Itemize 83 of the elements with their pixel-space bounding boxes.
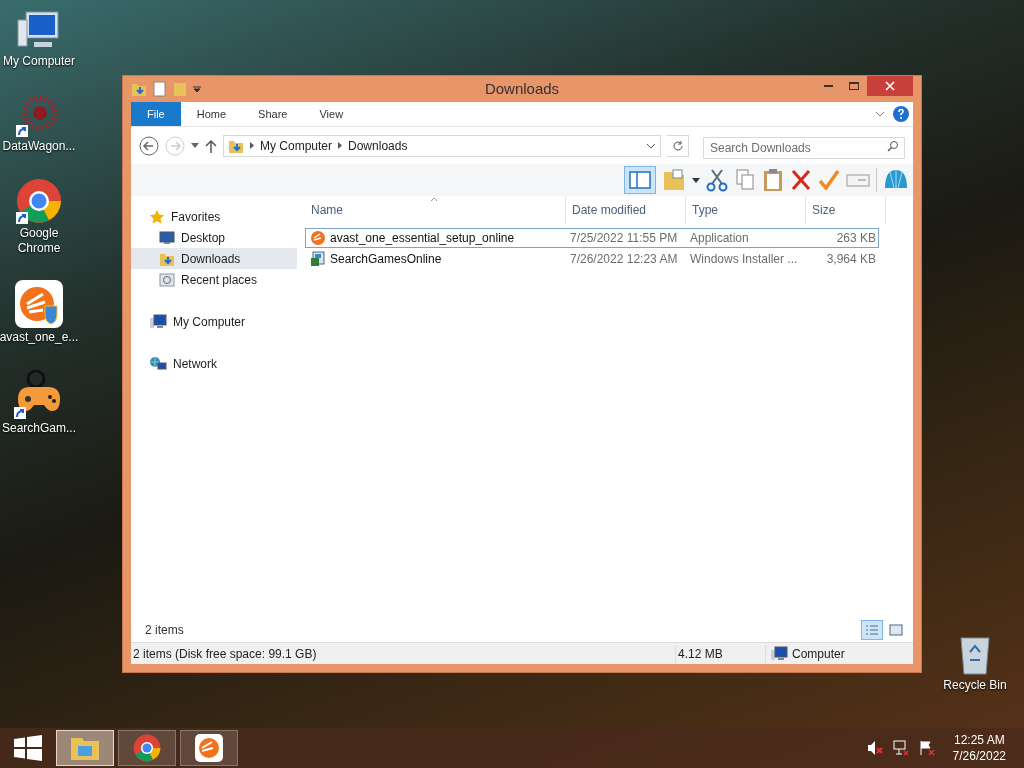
nav-item[interactable]: Downloads (131, 248, 297, 269)
window-title: Downloads (484, 78, 560, 99)
chrome-icon (133, 734, 161, 762)
address-bar[interactable]: My Computer Downloads (223, 134, 661, 157)
ribbon-tab[interactable]: File (131, 102, 181, 126)
folder-icon (131, 81, 147, 97)
expand-ribbon-icon[interactable] (875, 111, 885, 117)
desktop-icon (159, 230, 175, 245)
caret-icon[interactable] (692, 177, 700, 183)
avast-icon (15, 280, 63, 328)
refresh-button[interactable] (667, 134, 689, 157)
close-icon (885, 81, 895, 91)
desktop-icon-label[interactable]: Google Chrome (0, 226, 78, 256)
ribbon-tab[interactable]: View (303, 102, 360, 126)
chrome-icon (16, 178, 62, 224)
recent-places-icon (159, 271, 175, 288)
nav-item[interactable]: Desktop (131, 227, 297, 248)
chevron-icon (338, 142, 343, 149)
folder-icon (70, 735, 100, 761)
desktop-icon-label[interactable]: avast_one_e... (0, 330, 79, 345)
search-field[interactable]: Search Downloads (703, 136, 905, 159)
desktop-icon-label[interactable]: My Computer (3, 54, 75, 69)
status-location: Computer (792, 645, 845, 663)
checkmark-icon[interactable] (818, 168, 840, 192)
shortcut-arrow-icon (16, 125, 28, 137)
preview-pane-button[interactable] (624, 166, 656, 194)
ribbon-tab[interactable]: Home (180, 102, 243, 126)
back-icon[interactable] (139, 135, 159, 156)
tiles-icon (889, 624, 903, 636)
flag-icon[interactable] (918, 740, 935, 756)
file-type: Application (689, 230, 750, 247)
shortcut-arrow-icon (14, 407, 26, 419)
avast-icon (195, 734, 223, 762)
nav-item[interactable]: Recent places (131, 269, 297, 290)
column-header[interactable]: Date modified (566, 196, 686, 224)
item-count: 2 items (145, 622, 184, 639)
breadcrumb[interactable]: My Computer (260, 136, 333, 155)
refresh-icon (671, 139, 684, 152)
ribbon-tab[interactable]: Share (242, 102, 304, 126)
file-size: 263 KB (835, 230, 877, 247)
avast-icon (310, 230, 326, 246)
file-name: SearchGamesOnline (330, 251, 442, 268)
column-header[interactable]: Name (305, 196, 566, 224)
file-date: 7/25/2022 11:55 PM (569, 230, 679, 247)
file-row[interactable]: avast_one_essential_setup_online 7/25/2022 11:55 PM Application 263 KB (305, 228, 879, 248)
desktop-icon-label[interactable]: DataWagon... (2, 139, 76, 154)
shortcut-arrow-icon (16, 212, 28, 224)
file-date: 7/26/2022 12:23 AM (569, 251, 679, 268)
cut-icon[interactable] (706, 168, 728, 192)
breadcrumb[interactable]: Downloads (348, 136, 408, 155)
up-arrow-icon[interactable] (205, 138, 217, 153)
file-type: Windows Installer ... (689, 251, 799, 268)
help-icon[interactable] (893, 106, 909, 122)
installer-icon (310, 251, 326, 267)
start-icon[interactable] (14, 735, 42, 761)
nav-item[interactable]: Network (131, 353, 297, 374)
column-header[interactable]: Size (806, 196, 886, 224)
customize-caret-icon[interactable] (193, 85, 201, 93)
status-size: 4.12 MB (675, 644, 765, 663)
nav-item[interactable]: Favorites (131, 206, 297, 227)
column-header[interactable]: Type (686, 196, 806, 224)
paste-icon[interactable] (762, 168, 784, 192)
file-size: 3,964 KB (825, 251, 877, 268)
delete-icon[interactable] (790, 168, 812, 192)
search-icon (887, 139, 899, 152)
network-icon (149, 355, 167, 372)
desktop-icon-label[interactable]: Recycle Bin (943, 676, 1007, 694)
star-icon (149, 208, 165, 225)
volume-muted-icon[interactable] (866, 740, 883, 756)
file-row[interactable]: SearchGamesOnline 7/26/2022 12:23 AM Windows Installer ... 3,964 KB (305, 249, 879, 269)
computer-icon (770, 645, 788, 662)
recent-caret-icon[interactable] (191, 143, 199, 148)
file-name: avast_one_essential_setup_online (330, 230, 515, 247)
desktop-icon-label[interactable]: SearchGam... (2, 421, 76, 436)
status-text: 2 items (Disk free space: 99.1 GB) (132, 645, 318, 663)
computer-icon (149, 313, 167, 330)
chevron-icon (250, 142, 254, 149)
details-list-icon (865, 624, 879, 636)
nav-item[interactable]: My Computer (131, 311, 297, 332)
network-status-icon[interactable] (892, 740, 909, 756)
dropdown-icon[interactable] (646, 142, 656, 149)
close-button[interactable] (867, 76, 913, 96)
clock[interactable]: 12:25 AM 7/26/2022 (952, 732, 1006, 764)
